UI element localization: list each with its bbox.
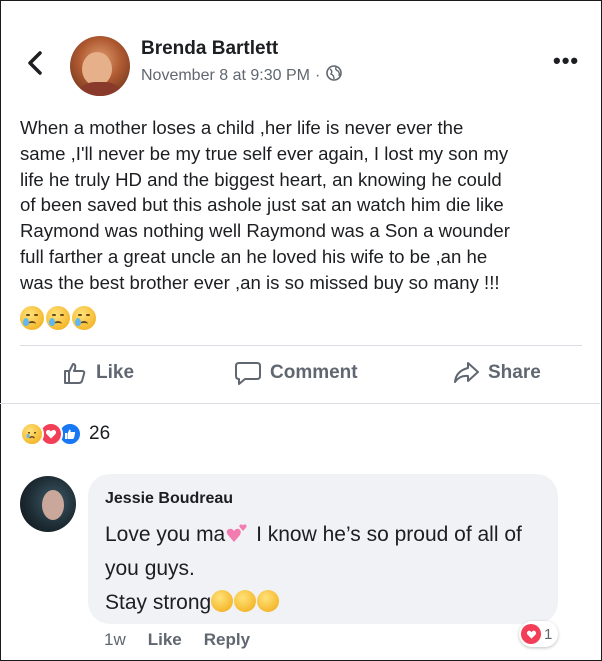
sad-reaction-icon	[20, 422, 44, 446]
comment-reply-button[interactable]: Reply	[204, 630, 250, 650]
comment-like-button[interactable]: Like	[148, 630, 182, 650]
comment-reaction-badge[interactable]: 1	[519, 621, 559, 647]
divider	[0, 403, 600, 404]
commenter-name[interactable]: Jessie Boudreau	[105, 490, 233, 508]
reaction-count: 26	[89, 423, 111, 444]
back-button[interactable]	[26, 50, 44, 81]
comment-line1-before: Love you ma	[105, 523, 226, 546]
comment-line2: Stay strong	[105, 591, 212, 614]
comment-text: Love you ma I know he’s so proud of all …	[105, 518, 550, 620]
post-trailing-emojis	[20, 306, 98, 330]
chevron-left-icon	[28, 51, 42, 75]
share-button[interactable]: Share	[452, 360, 541, 386]
kissing-face-emoji	[257, 590, 280, 612]
divider	[20, 345, 582, 346]
post-text: When a mother loses a child ,her life is…	[20, 117, 510, 293]
post-meta: November 8 at 9:30 PM ·	[141, 65, 343, 86]
sad-tear-emoji	[72, 306, 96, 330]
comment-button[interactable]: Comment	[234, 360, 358, 386]
post-timestamp[interactable]: November 8 at 9:30 PM	[141, 67, 310, 85]
kissing-face-emoji	[234, 590, 257, 612]
like-button[interactable]: Like	[62, 360, 134, 386]
comment-footer: 1w Like Reply	[104, 630, 272, 650]
like-label: Like	[96, 362, 135, 383]
two-hearts-emoji	[225, 521, 249, 543]
thumbs-up-icon	[64, 363, 86, 384]
share-label: Share	[488, 362, 541, 383]
comment-bubble: Jessie Boudreau Love you ma I know he’s …	[88, 474, 558, 624]
smiling-face-with-hearts-emoji	[211, 590, 234, 612]
comment-icon	[235, 362, 261, 385]
love-reaction-icon	[521, 624, 541, 644]
author-avatar[interactable]	[70, 36, 130, 96]
comment-time: 1w	[104, 630, 126, 649]
post-action-bar: Like Comment Share	[0, 360, 600, 392]
sad-tear-emoji	[46, 306, 70, 330]
reaction-summary[interactable]: 26	[20, 422, 110, 446]
globe-icon	[326, 65, 343, 86]
sad-tear-emoji	[20, 306, 44, 330]
share-arrow-icon	[454, 362, 479, 383]
commenter-avatar[interactable]	[20, 476, 76, 532]
comment-label: Comment	[270, 362, 358, 383]
meta-separator: ·	[314, 66, 321, 84]
author-name[interactable]: Brenda Bartlett	[141, 38, 278, 60]
more-options-button[interactable]: •••	[553, 48, 579, 74]
comment-reaction-count: 1	[544, 625, 553, 643]
